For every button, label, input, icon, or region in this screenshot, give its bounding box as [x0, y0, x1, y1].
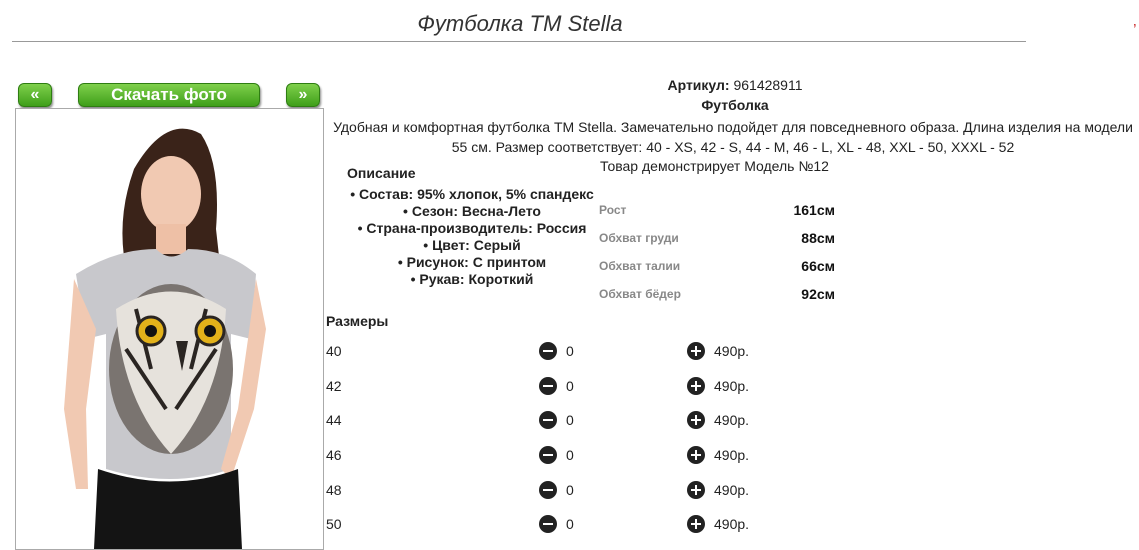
size-row: 44 0 490р. — [326, 410, 826, 430]
size-price: 490р. — [714, 447, 750, 463]
measurement-row: Обхват бёдер 92см — [599, 286, 835, 302]
size-label: 40 — [326, 343, 342, 359]
model-caption: Товар демонстрирует Модель №12 — [600, 158, 829, 174]
corner-mark: ’ — [1133, 22, 1137, 39]
sizes-heading: Размеры — [326, 313, 389, 329]
description-line: 55 см. Размер соответствует: 40 - XS, 42… — [451, 139, 1015, 155]
increase-quantity-icon[interactable] — [687, 377, 705, 395]
quantity-value: 0 — [566, 516, 574, 532]
property-item: Сезон: Весна-Лето — [340, 203, 604, 220]
property-item: Цвет: Серый — [340, 237, 604, 254]
prev-photo-button[interactable]: « — [18, 83, 52, 107]
increase-quantity-icon[interactable] — [687, 342, 705, 360]
description-line: Удобная и комфортная футболка ТМ Stella.… — [333, 119, 1133, 135]
size-label: 46 — [326, 447, 342, 463]
measurement-value: 92см — [801, 286, 835, 302]
size-label: 48 — [326, 482, 342, 498]
increase-quantity-icon[interactable] — [687, 411, 705, 429]
size-price: 490р. — [714, 343, 750, 359]
decrease-quantity-icon[interactable] — [539, 446, 557, 464]
decrease-quantity-icon[interactable] — [539, 411, 557, 429]
product-description: Удобная и комфортная футболка ТМ Stella.… — [328, 117, 1138, 157]
size-price: 490р. — [714, 378, 750, 394]
decrease-quantity-icon[interactable] — [539, 377, 557, 395]
size-label: 50 — [326, 516, 342, 532]
increase-quantity-icon[interactable] — [687, 481, 705, 499]
download-photo-button[interactable]: Скачать фото — [78, 83, 260, 107]
next-photo-button[interactable]: » — [286, 83, 320, 107]
measurement-label: Обхват талии — [599, 259, 681, 273]
sku-value: 961428911 — [733, 77, 803, 93]
product-photo[interactable] — [15, 108, 324, 550]
quantity-value: 0 — [566, 482, 574, 498]
decrease-quantity-icon[interactable] — [539, 342, 557, 360]
properties-list: Состав: 95% хлопок, 5% спандекс Сезон: В… — [340, 186, 604, 288]
property-item: Рисунок: С принтом — [340, 254, 604, 271]
sku-label: Артикул: — [667, 77, 730, 93]
measurement-label: Обхват бёдер — [599, 287, 681, 301]
sku-line: Артикул: 961428911 — [330, 77, 1139, 93]
size-row: 42 0 490р. — [326, 376, 826, 396]
title-divider — [12, 41, 1026, 42]
measurement-row: Обхват груди 88см — [599, 230, 835, 246]
measurement-row: Рост 161см — [599, 202, 835, 218]
model-photo-image — [16, 109, 323, 549]
size-label: 44 — [326, 412, 342, 428]
measurement-row: Обхват талии 66см — [599, 258, 835, 274]
size-price: 490р. — [714, 412, 750, 428]
increase-quantity-icon[interactable] — [687, 446, 705, 464]
description-heading: Описание — [347, 165, 416, 181]
quantity-value: 0 — [566, 447, 574, 463]
size-row: 46 0 490р. — [326, 445, 826, 465]
size-price: 490р. — [714, 482, 750, 498]
size-row: 40 0 490р. — [326, 341, 826, 361]
page-title: Футболка ТМ Stella — [417, 11, 623, 36]
size-row: 50 0 490р. — [326, 514, 826, 534]
measurement-label: Рост — [599, 203, 627, 217]
measurement-value: 66см — [801, 258, 835, 274]
decrease-quantity-icon[interactable] — [539, 481, 557, 499]
size-label: 42 — [326, 378, 342, 394]
measurement-label: Обхват груди — [599, 231, 679, 245]
property-item: Рукав: Короткий — [340, 271, 604, 288]
measurement-value: 88см — [801, 230, 835, 246]
size-price: 490р. — [714, 516, 750, 532]
quantity-value: 0 — [566, 412, 574, 428]
quantity-value: 0 — [566, 378, 574, 394]
product-type: Футболка — [701, 97, 769, 113]
size-row: 48 0 490р. — [326, 480, 826, 500]
increase-quantity-icon[interactable] — [687, 515, 705, 533]
property-item: Страна-производитель: Россия — [340, 220, 604, 237]
measurement-value: 161см — [793, 202, 835, 218]
property-item: Состав: 95% хлопок, 5% спандекс — [340, 186, 604, 203]
quantity-value: 0 — [566, 343, 574, 359]
decrease-quantity-icon[interactable] — [539, 515, 557, 533]
